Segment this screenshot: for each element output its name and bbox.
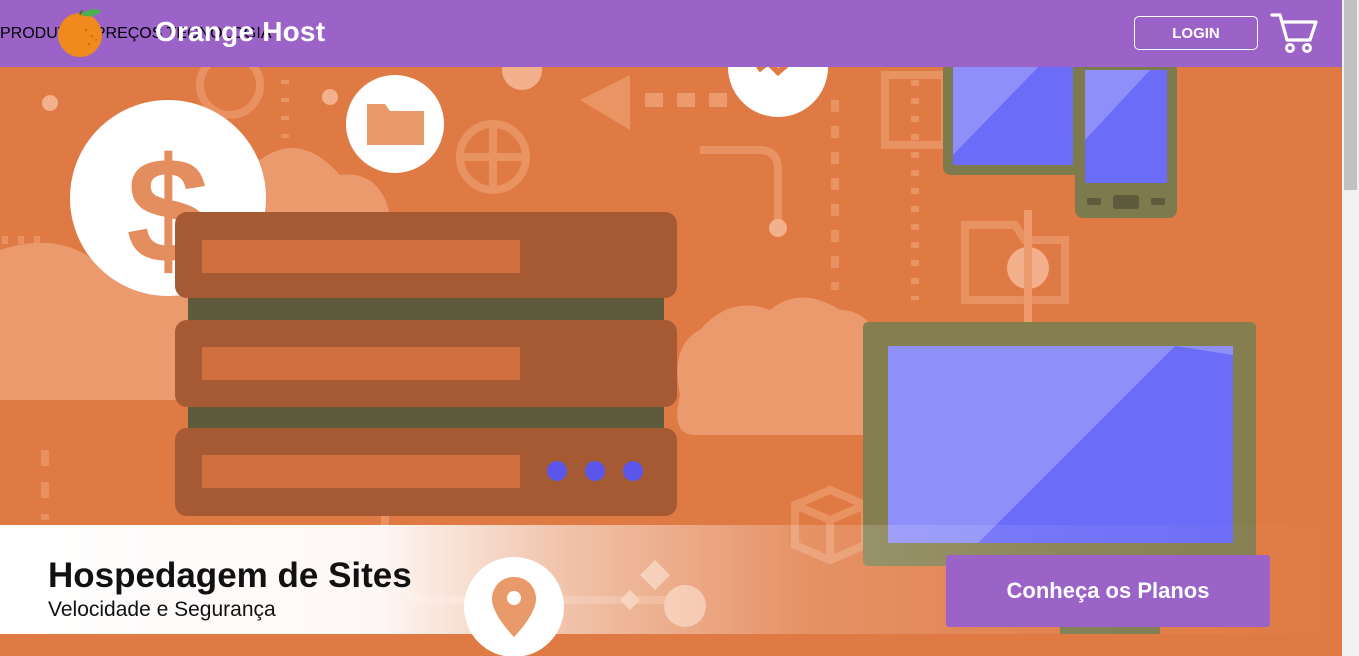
scrollbar-thumb[interactable] [1344,0,1357,190]
brand-name[interactable]: Orange Host [155,16,325,48]
cart-icon[interactable] [1270,10,1318,54]
server-icon [175,212,677,516]
map-pin-icon [464,557,564,656]
see-plans-button[interactable]: Conheça os Planos [946,555,1270,627]
login-button[interactable]: LOGIN [1134,16,1258,50]
site-header: Orange Host PRODUTOS PREÇOS TECNOLOGIA L… [0,0,1342,67]
phone-icon [1075,67,1177,218]
hero-title: Hospedagem de Sites [48,556,412,595]
orange-logo-icon[interactable] [56,6,106,58]
page-scrollbar[interactable] [1342,0,1359,656]
hero-subtitle: Velocidade e Segurança [48,598,276,621]
